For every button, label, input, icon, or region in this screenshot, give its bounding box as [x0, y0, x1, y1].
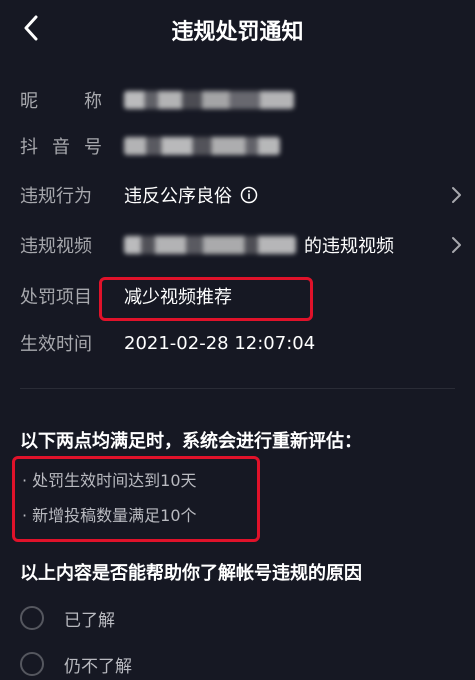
douyin-id-row: 抖音号: [20, 130, 280, 162]
chevron-right-icon: [452, 237, 461, 253]
violation-video-row[interactable]: 违规视频 的违规视频: [20, 229, 461, 261]
radio-button[interactable]: [20, 606, 44, 630]
option-understood[interactable]: 已了解: [20, 602, 115, 634]
video-value: 的违规视频: [124, 232, 394, 258]
reassess-title: 以下两点均满足时，系统会进行重新评估：: [20, 431, 362, 452]
option-label: 已了解: [64, 610, 115, 631]
highlight-box: [99, 277, 313, 321]
effective-time-row: 生效时间 2021-02-28 12:07:04: [20, 327, 315, 359]
divider: [20, 388, 455, 389]
page-title: 违规处罚通知: [171, 20, 304, 45]
highlight-box: [12, 456, 260, 542]
violation-row[interactable]: 违规行为 违反公序良俗: [20, 179, 461, 211]
violation-value: 违反公序良俗: [124, 182, 258, 208]
top-bar: 违规处罚通知: [0, 0, 475, 56]
douyin-id-label: 抖音号: [20, 137, 102, 158]
nickname-row: 昵称: [20, 84, 294, 116]
radio-button[interactable]: [20, 652, 44, 676]
effective-label: 生效时间: [20, 334, 92, 355]
chevron-right-icon: [452, 187, 461, 203]
feedback-question: 以上内容是否能帮助你了解帐号违规的原因: [20, 563, 362, 584]
nickname-value: [124, 91, 294, 109]
option-label: 仍不了解: [64, 656, 132, 677]
info-icon[interactable]: [240, 186, 258, 204]
effective-value: 2021-02-28 12:07:04: [124, 332, 316, 354]
violation-label: 违规行为: [20, 186, 92, 207]
douyin-id-value: [124, 137, 280, 155]
nickname-label: 昵称: [20, 91, 102, 112]
video-suffix: 的违规视频: [304, 236, 394, 257]
option-not-understood[interactable]: 仍不了解: [20, 648, 132, 680]
video-label: 违规视频: [20, 236, 92, 257]
violation-text: 违反公序良俗: [124, 186, 232, 207]
